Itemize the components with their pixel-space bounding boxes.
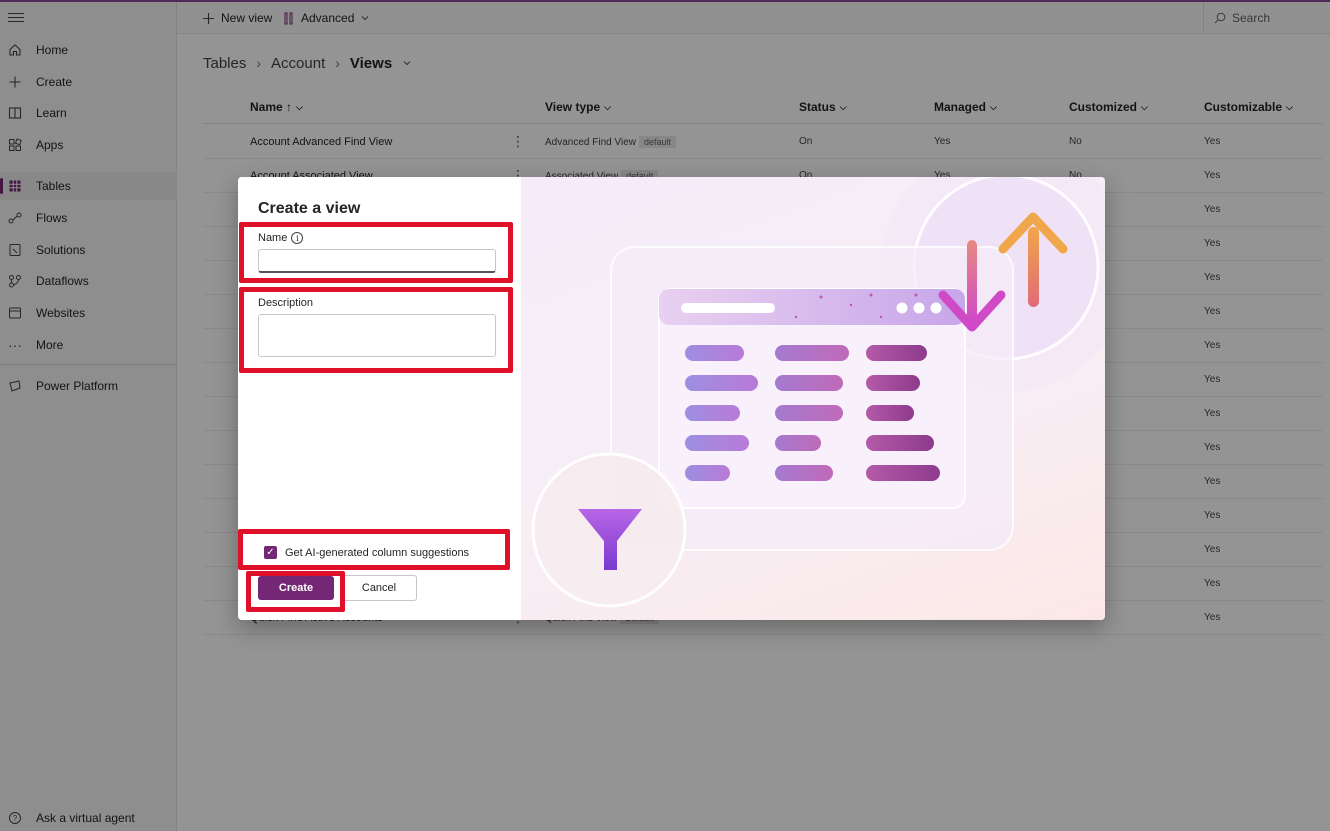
cancel-button[interactable]: Cancel xyxy=(341,575,417,601)
dialog-illustration-panel xyxy=(521,177,1105,620)
highlight-box-description xyxy=(239,287,513,373)
dialog-form-panel: Create a view Name i Description ✓ Get A… xyxy=(238,177,521,620)
highlight-box-name xyxy=(239,222,513,283)
dialog-title: Create a view xyxy=(258,200,361,217)
highlight-box-ai-checkbox xyxy=(238,529,510,570)
create-view-dialog: Create a view Name i Description ✓ Get A… xyxy=(238,177,1105,620)
highlight-box-create xyxy=(246,571,345,612)
create-view-illustration xyxy=(531,177,1105,608)
